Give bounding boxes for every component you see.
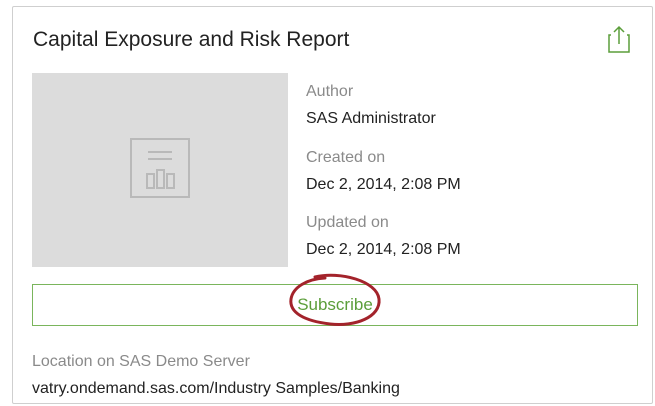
share-icon[interactable] [607,24,631,54]
location-value: vatry.ondemand.sas.com/Industry Samples/… [32,380,400,397]
report-card: Capital Exposure and Risk Report Author … [12,6,653,404]
report-chart-icon [130,138,190,198]
author-value: SAS Administrator [306,110,436,127]
author-label: Author [306,83,354,100]
report-title: Capital Exposure and Risk Report [33,28,350,51]
created-label: Created on [306,149,386,166]
location-label: Location on SAS Demo Server [32,353,250,370]
updated-label: Updated on [306,214,389,231]
subscribe-button[interactable]: Subscribe [32,284,638,326]
subscribe-label: Subscribe [297,295,373,314]
created-value: Dec 2, 2014, 2:08 PM [306,176,461,193]
report-thumbnail[interactable] [32,73,288,267]
updated-value: Dec 2, 2014, 2:08 PM [306,241,461,258]
